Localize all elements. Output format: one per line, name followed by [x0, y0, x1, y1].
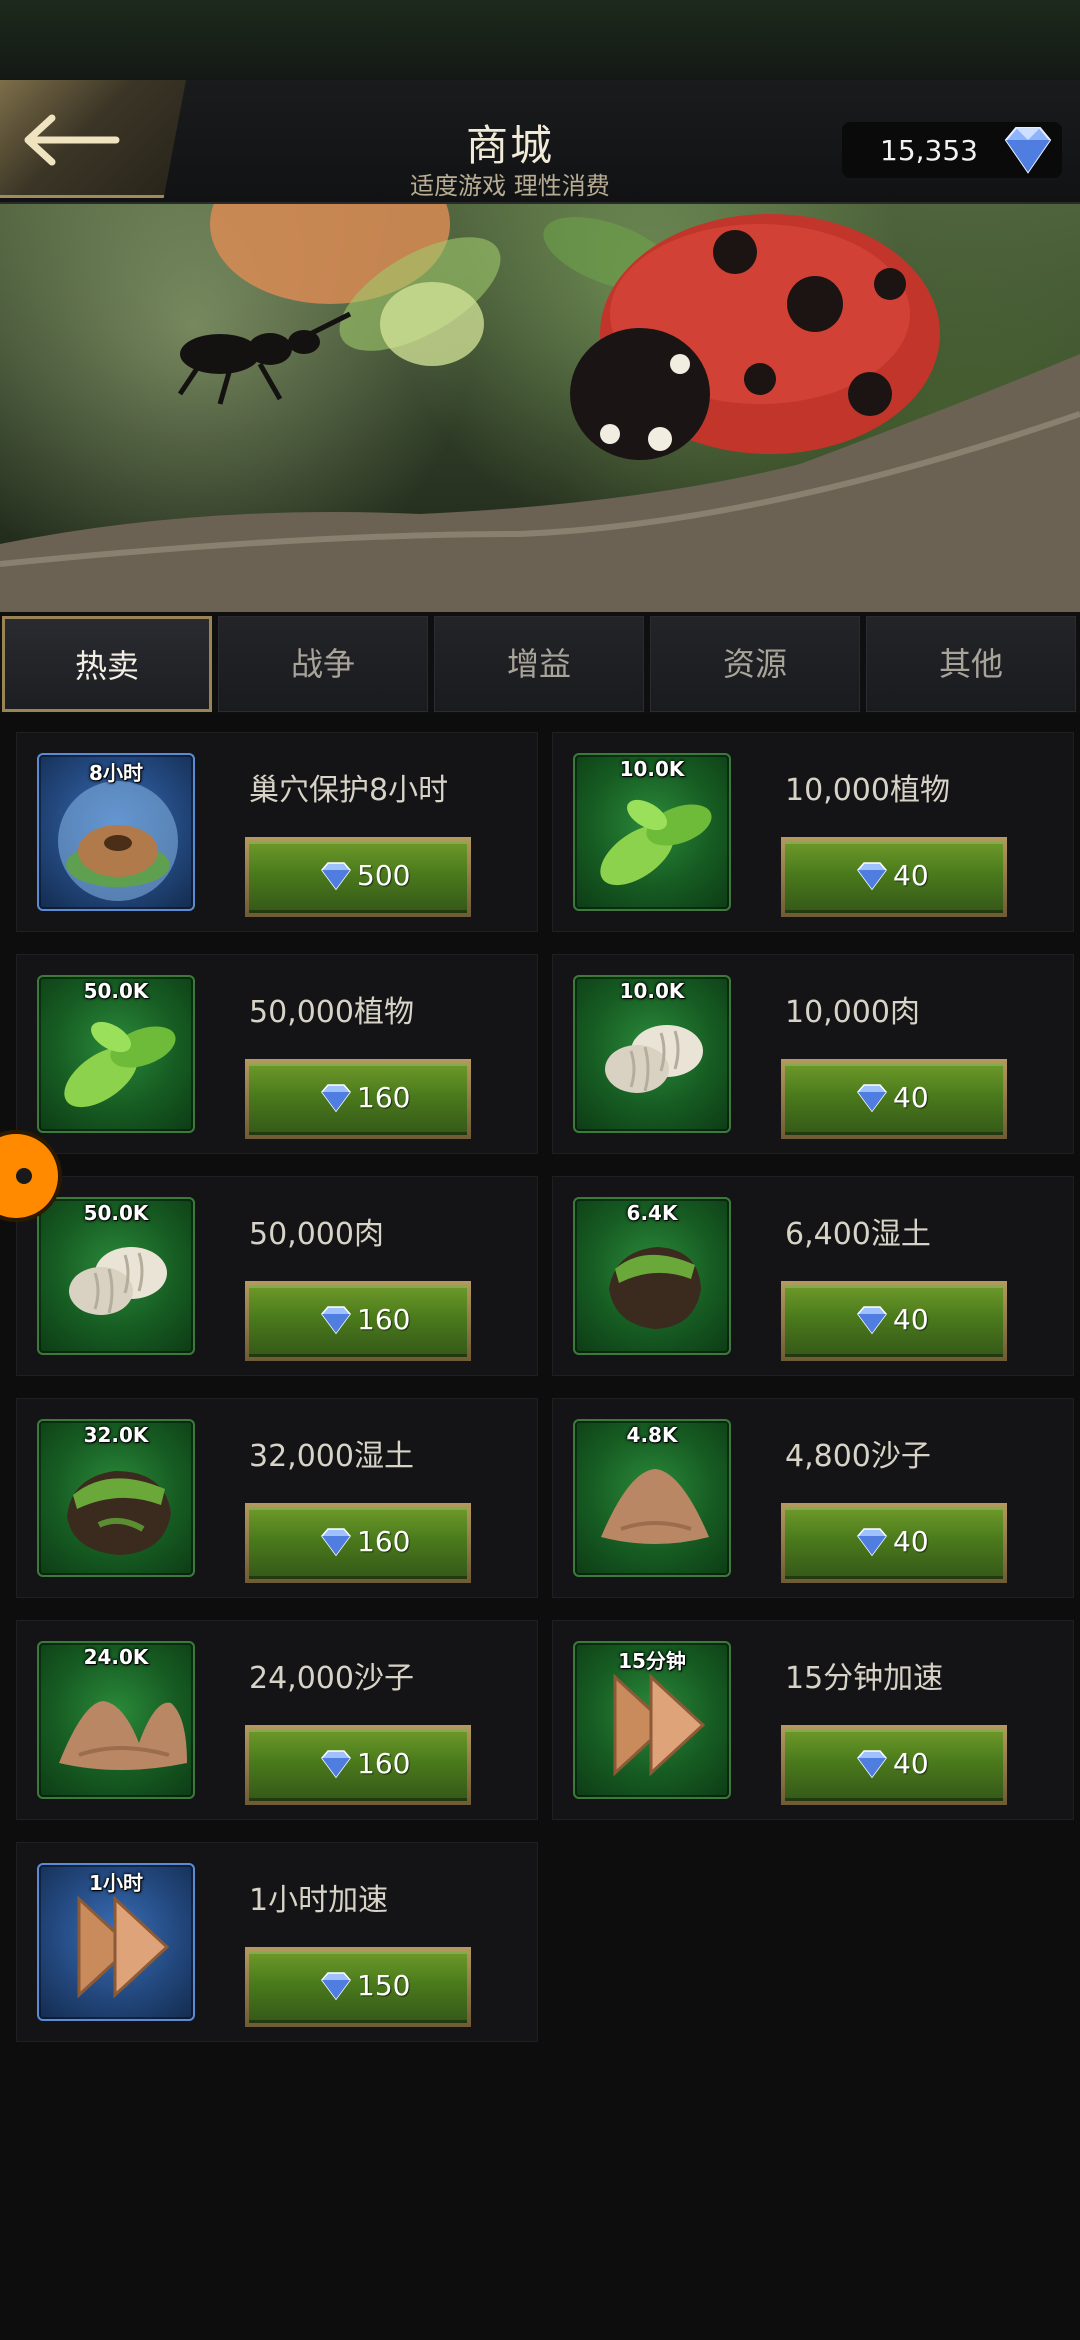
buy-button[interactable]: 150: [245, 1947, 471, 2027]
item-icon-frame: 1小时: [37, 1863, 195, 2021]
item-icon-frame: 10.0K: [573, 975, 731, 1133]
item-name: 4,800沙子: [785, 1439, 931, 1474]
item-name: 1小时加速: [249, 1883, 389, 1918]
item-quantity-badge: 50.0K: [83, 979, 149, 1003]
shop-item-card: 10.0K 10,000植物 40: [552, 732, 1074, 932]
item-quantity-badge: 10.0K: [619, 979, 685, 1003]
item-name: 32,000湿土: [249, 1439, 414, 1474]
diamond-icon: [321, 1972, 351, 2001]
item-name: 50,000植物: [249, 995, 414, 1030]
shop-item-card: 50.0K 50,000植物 160: [16, 954, 538, 1154]
item-quantity-badge: 50.0K: [83, 1201, 149, 1225]
buy-button[interactable]: 160: [245, 1503, 471, 1583]
shop-item-card: 15分钟 15分钟加速 40: [552, 1620, 1074, 1820]
diamond-icon: [321, 1306, 351, 1335]
currency-value: 15,353: [880, 134, 978, 167]
item-icon-frame: 50.0K: [37, 1197, 195, 1355]
diamond-icon: [857, 1084, 887, 1113]
diamond-icon: [857, 1306, 887, 1335]
shop-item-card: 1小时 1小时加速 150: [16, 1842, 538, 2042]
item-name: 10,000植物: [785, 773, 950, 808]
item-name: 巢穴保护8小时: [249, 773, 449, 808]
item-quantity-badge: 24.0K: [83, 1645, 149, 1669]
item-price: 160: [357, 1303, 411, 1336]
item-icon-frame: 6.4K: [573, 1197, 731, 1355]
item-price: 40: [893, 1081, 929, 1114]
shop-banner: [0, 204, 1080, 612]
item-quantity-badge: 32.0K: [83, 1423, 149, 1447]
item-quantity-badge: 1小时: [89, 1871, 143, 1895]
back-button[interactable]: [0, 80, 186, 198]
item-price: 160: [357, 1081, 411, 1114]
item-icon-frame: 10.0K: [573, 753, 731, 911]
buy-button[interactable]: 160: [245, 1725, 471, 1805]
item-icon-frame: 8小时: [37, 753, 195, 911]
top-decor-strip: [0, 0, 1080, 80]
item-quantity-badge: 6.4K: [626, 1201, 678, 1225]
diamond-icon: [857, 1528, 887, 1557]
item-price: 160: [357, 1525, 411, 1558]
diamond-icon: [321, 862, 351, 891]
shop-item-card: 50.0K 50,000肉 160: [16, 1176, 538, 1376]
buy-button[interactable]: 40: [781, 1281, 1007, 1361]
item-icon-frame: 15分钟: [573, 1641, 731, 1799]
item-icon-frame: 24.0K: [37, 1641, 195, 1799]
shop-item-card: 8小时 巢穴保护8小时 500: [16, 732, 538, 932]
shop-item-card: 6.4K 6,400湿土 40: [552, 1176, 1074, 1376]
item-icon-frame: 50.0K: [37, 975, 195, 1133]
currency-display[interactable]: 15,353: [842, 122, 1062, 178]
diamond-icon: [321, 1084, 351, 1113]
category-tabs: 热卖 战争 增益 资源 其他: [0, 612, 1080, 714]
buy-button[interactable]: 160: [245, 1059, 471, 1139]
tab-other[interactable]: 其他: [866, 616, 1076, 712]
shop-item-card: 10.0K 10,000肉 40: [552, 954, 1074, 1154]
item-price: 40: [893, 859, 929, 892]
tab-hot[interactable]: 热卖: [2, 616, 212, 712]
item-price: 150: [357, 1969, 411, 2002]
diamond-icon: [1004, 127, 1052, 174]
tab-resources[interactable]: 资源: [650, 616, 860, 712]
buy-button[interactable]: 40: [781, 1059, 1007, 1139]
item-icon-frame: 32.0K: [37, 1419, 195, 1577]
item-name: 10,000肉: [785, 995, 920, 1030]
item-quantity-badge: 8小时: [89, 761, 143, 785]
ladybug-banner-illustration: [0, 204, 1080, 612]
item-price: 160: [357, 1747, 411, 1780]
diamond-icon: [321, 1528, 351, 1557]
buy-button[interactable]: 160: [245, 1281, 471, 1361]
item-price: 500: [357, 859, 411, 892]
back-arrow-icon: [24, 114, 120, 166]
item-quantity-badge: 10.0K: [619, 757, 685, 781]
diamond-icon: [857, 862, 887, 891]
diamond-icon: [321, 1750, 351, 1779]
buy-button[interactable]: 40: [781, 837, 1007, 917]
item-price: 40: [893, 1303, 929, 1336]
item-name: 50,000肉: [249, 1217, 384, 1252]
item-name: 15分钟加速: [785, 1661, 944, 1696]
item-price: 40: [893, 1525, 929, 1558]
page-title: 商城: [465, 121, 554, 170]
item-name: 24,000沙子: [249, 1661, 414, 1696]
page-subtitle: 适度游戏 理性消费: [410, 172, 610, 200]
tab-boost[interactable]: 增益: [434, 616, 644, 712]
shop-item-card: 4.8K 4,800沙子 40: [552, 1398, 1074, 1598]
buy-button[interactable]: 500: [245, 837, 471, 917]
shop-item-card: 32.0K 32,000湿土 160: [16, 1398, 538, 1598]
diamond-icon: [857, 1750, 887, 1779]
item-price: 40: [893, 1747, 929, 1780]
item-icon-frame: 4.8K: [573, 1419, 731, 1577]
buy-button[interactable]: 40: [781, 1503, 1007, 1583]
item-quantity-badge: 15分钟: [618, 1649, 686, 1673]
buy-button[interactable]: 40: [781, 1725, 1007, 1805]
item-quantity-badge: 4.8K: [626, 1423, 678, 1447]
shop-item-card: 24.0K 24,000沙子 160: [16, 1620, 538, 1820]
tab-war[interactable]: 战争: [218, 616, 428, 712]
item-name: 6,400湿土: [785, 1217, 931, 1252]
